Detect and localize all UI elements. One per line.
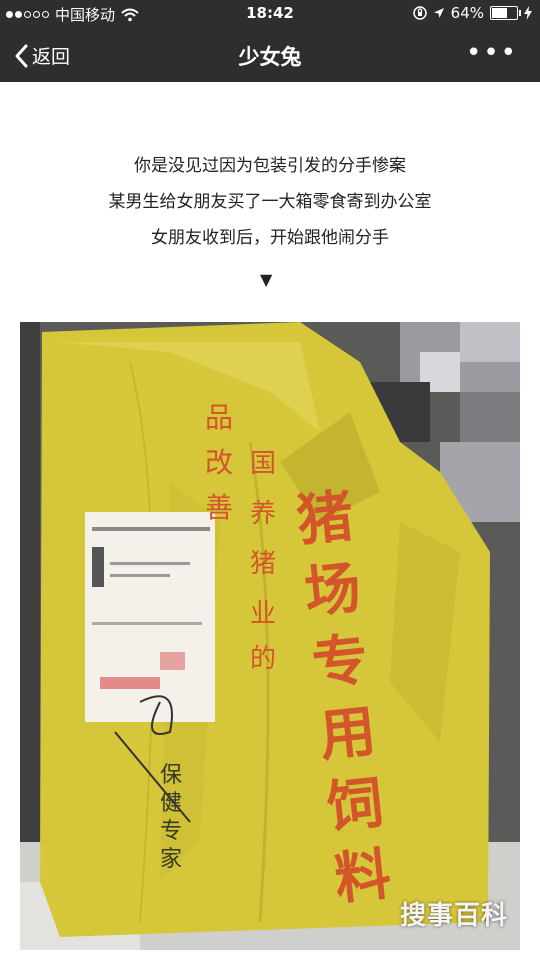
watermark: 搜事百科 <box>399 901 508 931</box>
svg-text:家: 家 <box>160 847 182 872</box>
sack-char-1: 猪 <box>293 483 357 555</box>
caption-line-2: 某男生给女朋友买了一大箱零食寄到办公室 <box>108 192 432 212</box>
location-icon <box>433 8 444 18</box>
svg-text:养: 养 <box>250 499 276 529</box>
battery-icon <box>490 6 521 20</box>
svg-text:业: 业 <box>250 599 276 629</box>
status-bar: 中国移动 18:42 64% <box>0 0 540 28</box>
sack-char-4: 用 <box>316 698 379 770</box>
down-arrow-icon: ▼ <box>260 270 273 289</box>
sack-char-5: 饲 <box>324 770 387 841</box>
svg-text:保: 保 <box>160 763 182 788</box>
svg-text:猪: 猪 <box>250 549 276 579</box>
sack-illustration: 品 改 善 国 养 猪 业 的 保 健 专 家 <box>20 322 520 950</box>
sack-char-2: 场 <box>301 555 364 627</box>
charging-icon <box>524 6 532 20</box>
sack-char-3: 专 <box>308 627 372 698</box>
page-title: 少女兔 <box>238 45 302 69</box>
orientation-lock-icon <box>412 6 427 20</box>
svg-text:善: 善 <box>205 491 233 524</box>
svg-text:国: 国 <box>250 449 276 479</box>
nav-bar: 返回 少女兔 ••• <box>0 28 540 82</box>
article-photo[interactable]: 品 改 善 国 养 猪 业 的 保 健 专 家 猪 场 专 用 饲 料 搜事百科 <box>20 322 520 950</box>
svg-text:改: 改 <box>205 446 233 479</box>
caption-line-3: 女朋友收到后，开始跟他闹分手 <box>151 228 389 248</box>
svg-text:品: 品 <box>205 401 233 434</box>
battery-fill <box>492 8 508 18</box>
svg-text:健: 健 <box>160 791 182 816</box>
status-right: 64% <box>412 4 532 22</box>
more-button[interactable]: ••• <box>466 38 518 68</box>
caption-line-1: 你是没见过因为包装引发的分手惨案 <box>134 156 406 176</box>
article-caption: 你是没见过因为包装引发的分手惨案 某男生给女朋友买了一大箱零食寄到办公室 女朋友… <box>0 148 540 256</box>
sack-char-6: 料 <box>331 841 395 913</box>
svg-text:专: 专 <box>160 819 182 844</box>
battery-percent: 64% <box>450 4 484 22</box>
svg-text:的: 的 <box>250 644 276 674</box>
